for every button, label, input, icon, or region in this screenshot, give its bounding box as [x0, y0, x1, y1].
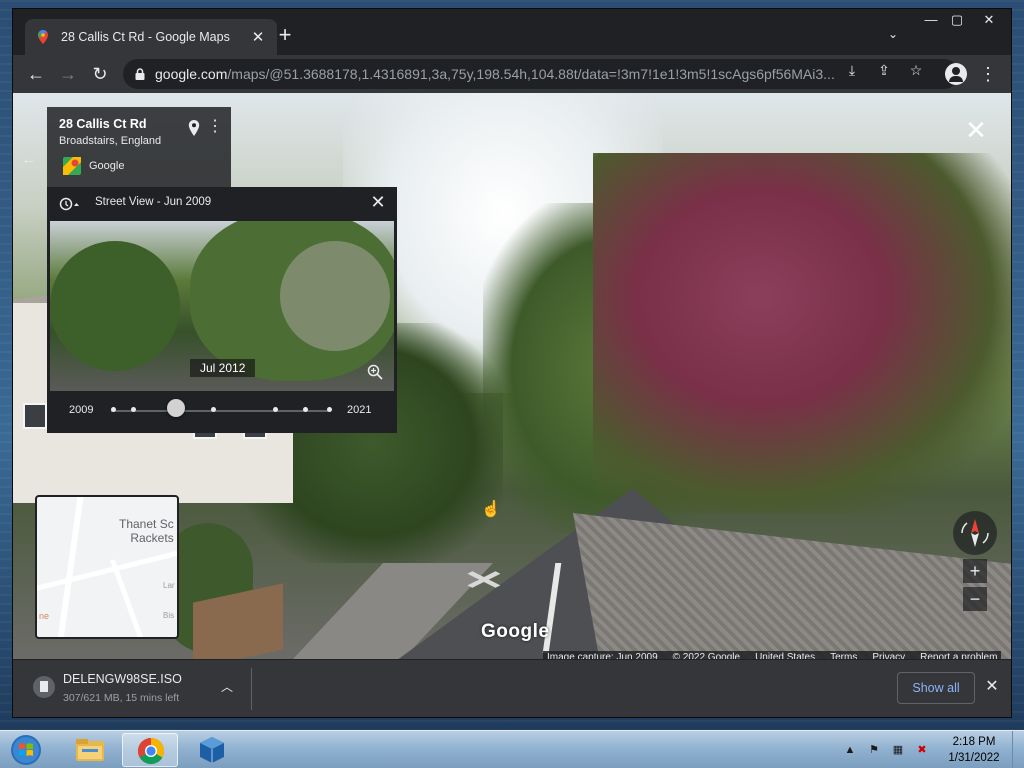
tray-expand-icon[interactable]: ▲ — [842, 742, 858, 758]
tab-search-chevron-icon[interactable]: ⌄ — [883, 27, 903, 43]
zoom-in-button[interactable]: + — [963, 559, 987, 583]
show-desktop-button[interactable] — [1012, 731, 1024, 768]
timeline-end-year: 2021 — [347, 404, 372, 416]
windows-explorer-icon[interactable] — [62, 733, 118, 767]
browser-window: 28 Callis Ct Rd - Google Maps ✕ + ⌄ — ▢ … — [12, 8, 1012, 718]
google-provider-label: Google — [89, 160, 125, 172]
show-all-button[interactable]: Show all — [897, 672, 975, 704]
network-icon[interactable]: ▦ — [890, 742, 906, 758]
tab-close-icon[interactable]: ✕ — [249, 28, 267, 46]
back-arrow-icon[interactable]: ← — [17, 151, 41, 171]
browser-toolbar: ← → ↻ google.com /maps/@51.3688178,1.431… — [13, 55, 1011, 93]
windows-start-icon[interactable] — [4, 731, 44, 768]
copyright-text: © 2022 Google — [672, 652, 741, 659]
google-watermark: Google — [481, 621, 550, 642]
time-machine-preview[interactable]: Jul 2012 — [50, 221, 394, 391]
browser-tab[interactable]: 28 Callis Ct Rd - Google Maps ✕ — [25, 19, 277, 55]
minimap-place-label: Thanet Sc Rackets — [119, 517, 174, 545]
history-icon[interactable] — [59, 197, 79, 211]
system-tray: ▲ ⚑ ▦ ✖ — [842, 739, 930, 761]
mini-map[interactable]: Thanet Sc Rackets Lar Bis ne — [35, 495, 179, 639]
file-icon — [33, 676, 55, 698]
timeline-stop[interactable] — [303, 407, 308, 412]
google-maps-pin-icon — [38, 30, 48, 44]
close-street-view-icon[interactable]: ✕ — [963, 117, 989, 143]
attribution-bar: Image capture: Jun 2009 © 2022 Google Un… — [543, 651, 1002, 659]
google-maps-icon — [63, 157, 81, 175]
hand-cursor-icon: ☝ — [481, 501, 501, 518]
url-host: google.com — [155, 66, 228, 82]
compass-icon[interactable] — [953, 511, 997, 555]
tab-title: 28 Callis Ct Rd - Google Maps — [61, 30, 230, 44]
timeline-stop[interactable] — [131, 407, 136, 412]
time-machine-header: Street View - Jun 2009 — [95, 196, 212, 208]
install-app-icon[interactable]: ⤓ — [843, 62, 861, 78]
minimap-street-label: Lar — [163, 581, 175, 590]
new-tab-button[interactable]: + — [275, 23, 295, 47]
chrome-icon[interactable] — [122, 733, 178, 767]
url-path: /maps/@51.3688178,1.4316891,3a,75y,198.5… — [227, 66, 835, 82]
minimap-street-label: ne — [39, 611, 50, 621]
divider — [251, 668, 252, 710]
share-icon[interactable]: ⇪ — [875, 62, 893, 78]
close-download-bar-icon[interactable]: ✕ — [983, 678, 1001, 696]
more-options-icon[interactable]: ⋮ — [207, 117, 223, 137]
lock-icon — [135, 68, 145, 80]
download-status: 307/621 MB, 15 mins left — [63, 692, 180, 704]
back-arrow-icon[interactable]: ← — [23, 62, 49, 86]
timeline-stop[interactable] — [273, 407, 278, 412]
timeline-track[interactable] — [111, 410, 331, 412]
timeline-slider-handle[interactable] — [167, 399, 185, 417]
timeline-start-year: 2009 — [69, 404, 94, 416]
preview-date-label: Jul 2012 — [190, 359, 256, 377]
place-card[interactable]: 28 Callis Ct Rd Broadstairs, England ⋮ G… — [47, 107, 231, 187]
reload-icon[interactable]: ↻ — [87, 62, 113, 86]
time-machine-panel: Street View - Jun 2009 ✕ Jul 2012 2009 2… — [47, 187, 397, 433]
place-title: 28 Callis Ct Rd — [59, 117, 147, 131]
timeline-stop[interactable] — [327, 407, 332, 412]
tab-strip: 28 Callis Ct Rd - Google Maps ✕ + ⌄ — ▢ … — [13, 9, 1011, 55]
timeline-stop[interactable] — [111, 407, 116, 412]
address-bar[interactable]: google.com /maps/@51.3688178,1.4316891,3… — [123, 59, 959, 89]
report-problem-link[interactable]: Report a problem — [920, 651, 997, 659]
privacy-link[interactable]: Privacy — [872, 651, 905, 659]
volume-muted-icon[interactable]: ✖ — [914, 742, 930, 758]
zoom-in-magnifier-icon[interactable] — [366, 363, 384, 381]
download-bar: DELENGW98SE.ISO 307/621 MB, 15 mins left… — [13, 659, 1011, 717]
region-link[interactable]: United States — [755, 651, 815, 659]
close-window-icon[interactable]: ✕ — [975, 9, 1003, 31]
timeline-stop[interactable] — [211, 407, 216, 412]
image-capture-date: Image capture: Jun 2009 — [547, 652, 658, 659]
clock-time: 2:18 PM — [952, 736, 996, 748]
action-center-flag-icon[interactable]: ⚑ — [866, 742, 882, 758]
minimize-icon[interactable]: — — [917, 9, 945, 31]
forward-arrow-icon[interactable]: → — [55, 62, 81, 86]
bookmark-star-icon[interactable]: ☆ — [907, 62, 925, 78]
taskbar-clock[interactable]: 2:18 PM 1/31/2022 — [936, 734, 1012, 766]
profile-avatar-icon[interactable] — [945, 63, 967, 85]
browser-menu-icon[interactable]: ⋮ — [979, 63, 997, 85]
download-filename[interactable]: DELENGW98SE.ISO — [63, 672, 182, 686]
minimap-street-label: Bis — [163, 611, 175, 620]
chevron-up-icon[interactable]: ︿ — [219, 678, 235, 694]
map-pin-icon[interactable] — [187, 119, 201, 137]
maximize-icon[interactable]: ▢ — [943, 9, 971, 31]
clock-date: 1/31/2022 — [948, 752, 1000, 764]
virtualbox-icon[interactable] — [184, 733, 240, 767]
zoom-out-button[interactable]: − — [963, 587, 987, 611]
place-subtitle: Broadstairs, England — [59, 135, 162, 147]
close-time-machine-icon[interactable]: ✕ — [369, 193, 387, 211]
taskbar: ▲ ⚑ ▦ ✖ 2:18 PM 1/31/2022 — [0, 730, 1024, 768]
street-view-canvas[interactable]: ✕ Google ✕ ☝ ← 28 Callis Ct Rd Broadstai… — [13, 93, 1011, 659]
terms-link[interactable]: Terms — [830, 651, 857, 659]
